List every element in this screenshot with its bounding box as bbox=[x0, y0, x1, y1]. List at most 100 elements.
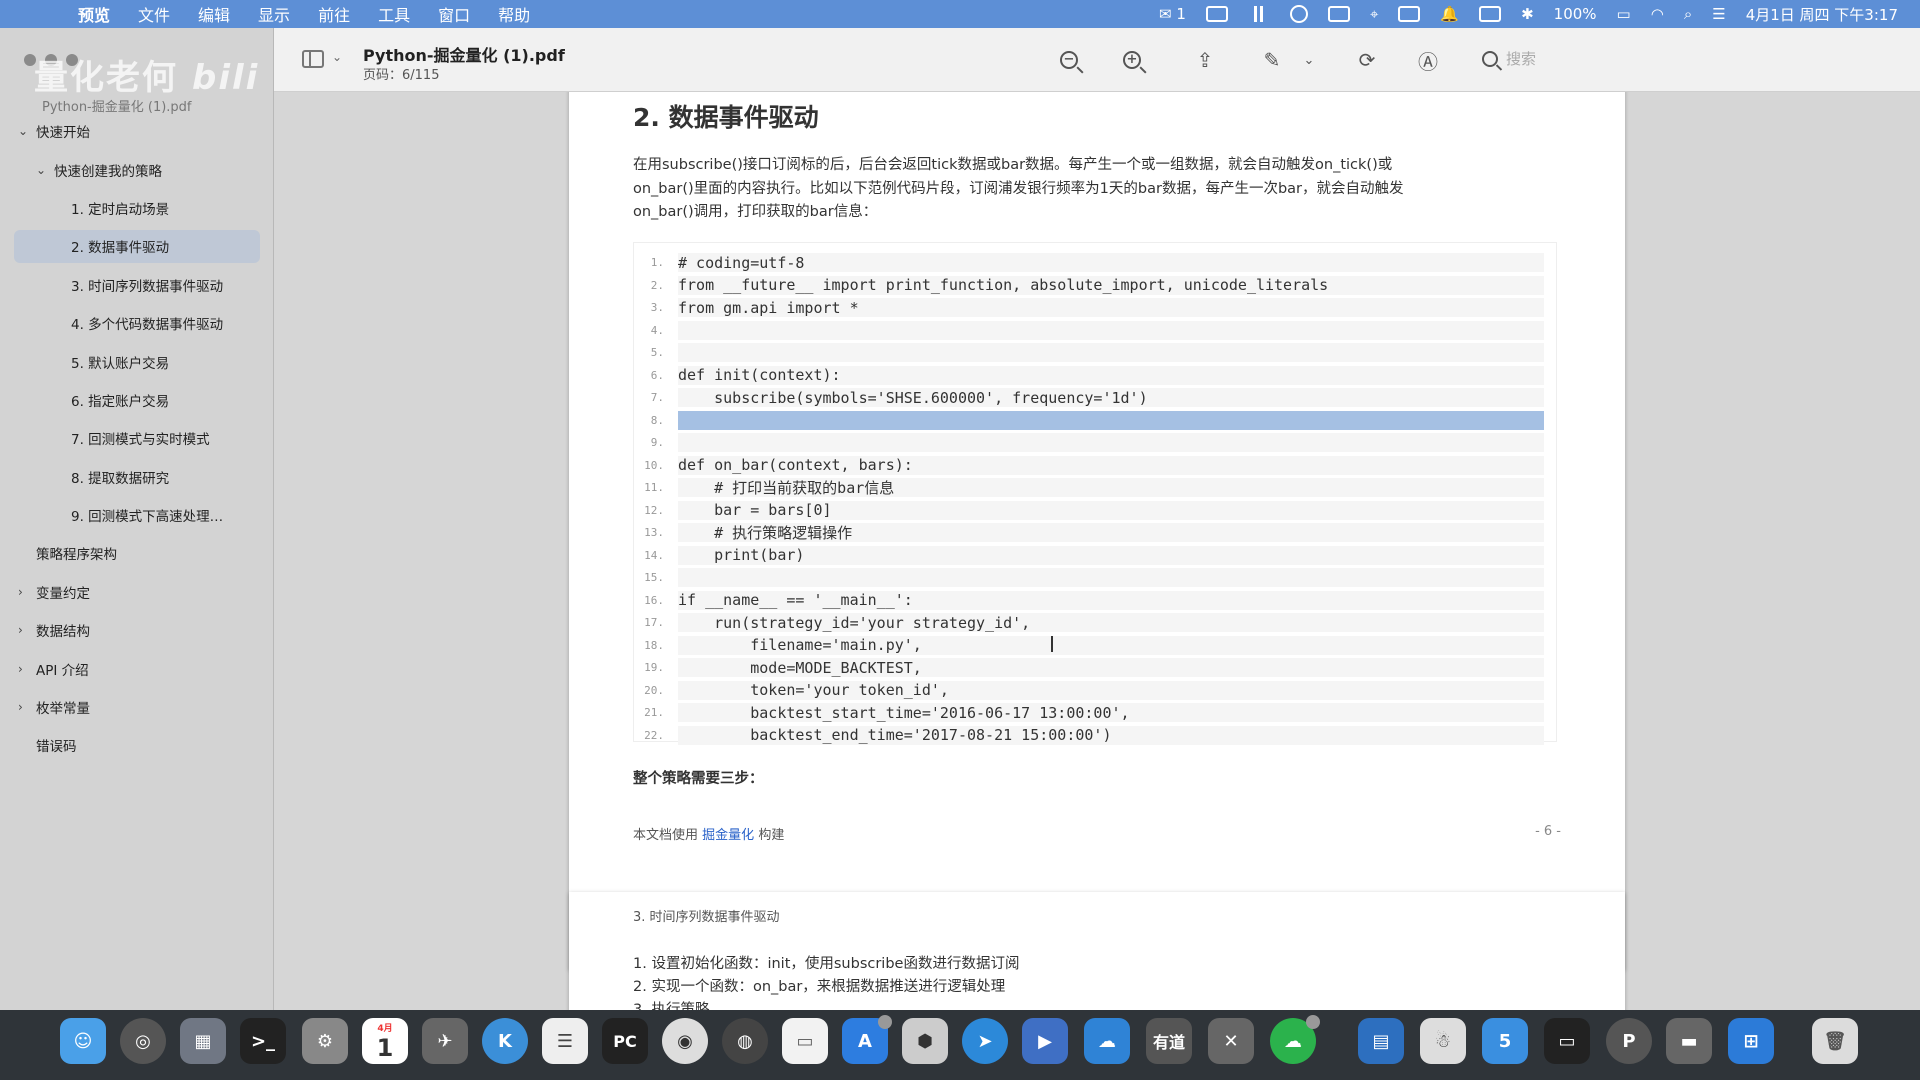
app-grid-icon[interactable]: ▦ bbox=[180, 1018, 226, 1064]
toc-item-quick-start[interactable]: ⌄ 快速开始 bbox=[0, 112, 274, 150]
chrome-icon[interactable]: ◉ bbox=[662, 1018, 708, 1064]
toc-item-timeseries-event-driven[interactable]: 3. 时间序列数据事件驱动 bbox=[0, 266, 274, 304]
wifi-icon[interactable]: ◠ bbox=[1651, 5, 1664, 23]
chevron-right-icon[interactable]: › bbox=[18, 700, 23, 714]
baidu-netdisk-icon[interactable]: ☁ bbox=[1084, 1018, 1130, 1064]
toc-item-extract-data[interactable]: 8. 提取数据研究 bbox=[0, 458, 274, 496]
toc-item-error-codes[interactable]: 错误码 bbox=[0, 726, 274, 764]
youdao-icon[interactable]: 有道 bbox=[1146, 1018, 1192, 1064]
toc-item-data-structures[interactable]: › 数据结构 bbox=[0, 611, 274, 649]
toc-item-enum-constants[interactable]: › 枚举常量 bbox=[0, 688, 274, 726]
document-viewport[interactable]: 2. 数据事件驱动 在用subscribe()接口订阅标的后，后台会返回tick… bbox=[274, 92, 1920, 1010]
reminders-icon[interactable]: ☰ bbox=[542, 1018, 588, 1064]
terminal-icon[interactable]: >_ bbox=[240, 1018, 286, 1064]
bluetooth-icon[interactable]: ✱ bbox=[1521, 5, 1534, 23]
trash-icon[interactable]: 🗑 bbox=[1812, 1018, 1858, 1064]
wechat-status-icon[interactable]: ✉ 1 bbox=[1159, 5, 1186, 23]
video-player-icon[interactable]: ▶ bbox=[1022, 1018, 1068, 1064]
sync-icon[interactable] bbox=[1479, 6, 1502, 22]
launchpad-icon[interactable]: ◎ bbox=[120, 1018, 166, 1064]
chevron-right-icon[interactable]: › bbox=[18, 623, 23, 637]
markup-pen-button[interactable]: ✎ bbox=[1259, 48, 1285, 72]
notification-badge bbox=[878, 1015, 892, 1029]
line-number: 20. bbox=[644, 683, 664, 697]
chevron-down-icon[interactable]: ⌄ bbox=[36, 163, 46, 177]
chevron-right-icon[interactable]: › bbox=[18, 585, 23, 599]
toc-label: 7. 回测模式与实时模式 bbox=[71, 432, 210, 449]
code-text: def init(context): bbox=[678, 366, 841, 385]
mail-app-icon[interactable]: ✈ bbox=[422, 1018, 468, 1064]
page-header: 3. 时间序列数据事件驱动 bbox=[633, 910, 780, 925]
control-center-icon[interactable]: ☰ bbox=[1712, 5, 1725, 23]
finder-icon[interactable]: ☺ bbox=[60, 1018, 106, 1064]
line-number: 3. bbox=[650, 301, 664, 315]
toc-item-api-intro[interactable]: › API 介绍 bbox=[0, 649, 274, 687]
toc-item-fast-backtest[interactable]: 9. 回测模式下高速处理… bbox=[0, 496, 274, 534]
search-field[interactable]: 搜索 bbox=[1482, 48, 1536, 69]
annotate-button[interactable]: Ⓐ bbox=[1415, 48, 1441, 74]
toc-item-variable-conventions[interactable]: › 变量约定 bbox=[0, 573, 274, 611]
sidebar-toggle-icon[interactable] bbox=[302, 50, 324, 68]
record-icon[interactable] bbox=[1289, 5, 1308, 23]
toc-item-default-account-trading[interactable]: 5. 默认账户交易 bbox=[0, 342, 274, 380]
rotate-button[interactable]: ⟳ bbox=[1354, 48, 1380, 72]
toc-item-strategy-architecture[interactable]: 策略程序架构 bbox=[0, 534, 274, 572]
code-text: filename='main.py', bbox=[678, 636, 922, 655]
code-line: 1. # coding=utf-8 bbox=[634, 251, 1558, 274]
menu-app-name[interactable]: 预览 bbox=[64, 2, 124, 26]
screen-sharing-icon[interactable]: ▬ bbox=[1666, 1018, 1712, 1064]
battery-text[interactable]: 100% bbox=[1554, 5, 1597, 23]
toc-item-specified-account-trading[interactable]: 6. 指定账户交易 bbox=[0, 381, 274, 419]
toc-label: 2. 数据事件驱动 bbox=[71, 240, 170, 257]
safari-icon[interactable]: ◍ bbox=[722, 1018, 768, 1064]
chevron-down-icon[interactable]: ⌄ bbox=[18, 124, 28, 138]
python-launcher-icon[interactable]: P bbox=[1606, 1018, 1652, 1064]
settings-app-icon[interactable]: ⬢ bbox=[902, 1018, 948, 1064]
menu-go[interactable]: 前往 bbox=[304, 2, 364, 26]
feishu-icon[interactable]: ➤ bbox=[962, 1018, 1008, 1064]
menu-tools[interactable]: 工具 bbox=[364, 2, 424, 26]
chevron-right-icon[interactable]: › bbox=[18, 662, 23, 676]
remote-desktop-icon[interactable]: PC bbox=[602, 1018, 648, 1064]
dev-tool-icon[interactable]: ✕ bbox=[1208, 1018, 1254, 1064]
spotlight-search-icon[interactable]: ⌕ bbox=[1684, 5, 1692, 23]
code-line: 19. mode=MODE_BACKTEST, bbox=[634, 656, 1558, 679]
preview-app-icon[interactable]: ▭ bbox=[782, 1018, 828, 1064]
mail-icon[interactable] bbox=[1205, 6, 1228, 22]
zoom-in-button[interactable]: + bbox=[1119, 48, 1145, 72]
wechat-icon[interactable]: ☁ bbox=[1270, 1015, 1320, 1064]
display-icon[interactable] bbox=[1327, 6, 1350, 22]
toc-item-create-strategy[interactable]: ⌄ 快速创建我的策略 bbox=[0, 150, 274, 188]
share-button[interactable]: ⇪ bbox=[1192, 48, 1218, 72]
markup-menu-button[interactable]: ⌄ bbox=[1296, 48, 1322, 72]
toc-item-scheduled-start[interactable]: 1. 定时启动场景 bbox=[0, 189, 274, 227]
calendar-icon[interactable]: 4月 1 bbox=[362, 1018, 408, 1064]
terminal-window-icon[interactable]: ▭ bbox=[1544, 1018, 1590, 1064]
table-of-contents: ⌄ 快速开始 ⌄ 快速创建我的策略 1. 定时启动场景 2. 数据事件驱动 3. 时… bbox=[0, 112, 274, 765]
location-icon[interactable]: ⌖ bbox=[1370, 5, 1378, 23]
menu-edit[interactable]: 编辑 bbox=[184, 2, 244, 26]
menu-view[interactable]: 显示 bbox=[244, 2, 304, 26]
zoom-out-button[interactable]: − bbox=[1056, 48, 1082, 72]
toc-item-backtest-vs-realtime[interactable]: 7. 回测模式与实时模式 bbox=[0, 419, 274, 457]
system-preferences-icon[interactable]: ⚙ bbox=[302, 1018, 348, 1064]
windows-icon[interactable]: ⊞ bbox=[1728, 1018, 1774, 1064]
toc-item-multi-symbol-event-driven[interactable]: 4. 多个代码数据事件驱动 bbox=[0, 304, 274, 342]
pause-icon[interactable] bbox=[1248, 5, 1270, 23]
qq-icon[interactable]: ☃ bbox=[1420, 1018, 1466, 1064]
chevron-down-icon[interactable]: ⌄ bbox=[332, 50, 342, 64]
footer-brand-link[interactable]: 掘金量化 bbox=[702, 828, 754, 843]
battery-icon[interactable]: ▭ bbox=[1617, 5, 1631, 23]
bell-icon[interactable]: 🔔 bbox=[1440, 5, 1459, 23]
vmware-icon[interactable]: ▤ bbox=[1358, 1018, 1404, 1064]
window-grid-icon[interactable] bbox=[1398, 6, 1421, 22]
html5-icon[interactable]: 5 bbox=[1482, 1018, 1528, 1064]
menu-clock[interactable]: 4月1日 周四 下午3:17 bbox=[1746, 4, 1898, 25]
app-store-icon[interactable]: A bbox=[842, 1015, 892, 1064]
line-number: 14. bbox=[644, 548, 664, 562]
keynote-icon[interactable]: K bbox=[482, 1018, 528, 1064]
menu-help[interactable]: 帮助 bbox=[484, 2, 544, 26]
toc-item-data-event-driven[interactable]: 2. 数据事件驱动 bbox=[0, 227, 274, 265]
menu-file[interactable]: 文件 bbox=[124, 2, 184, 26]
menu-window[interactable]: 窗口 bbox=[424, 2, 484, 26]
